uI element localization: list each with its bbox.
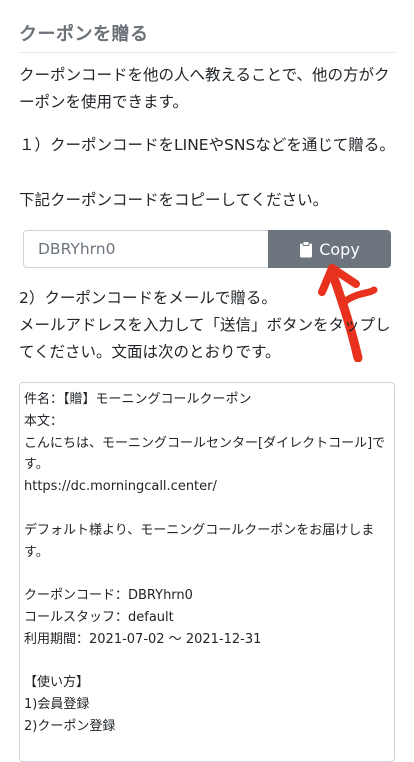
step2-line2: メールアドレスを入力して「送信」ボタンをタップしてください。文面は次のとおりです… <box>19 316 391 361</box>
step2-line1: 2）クーポンコードをメールで贈る。 <box>19 289 277 307</box>
copy-button-label: Copy <box>319 239 360 259</box>
step1-line1: １）クーポンコードをLINEやSNSなどを通じて贈る。 <box>19 136 395 154</box>
intro-text: クーポンコードを他の人へ教えることで、他の方がクーポンを使用できます。 <box>19 66 390 111</box>
section-title: クーポンを贈る <box>19 20 395 53</box>
clipboard-icon <box>299 240 313 258</box>
mail-template-textarea[interactable]: 件名：【贈】モーニングコールクーポン 本文： こんにちは、モーニングコールセンタ… <box>19 382 395 762</box>
step1-line2: 下記クーポンコードをコピーしてください。 <box>19 191 329 209</box>
coupon-code-input[interactable] <box>23 230 269 268</box>
